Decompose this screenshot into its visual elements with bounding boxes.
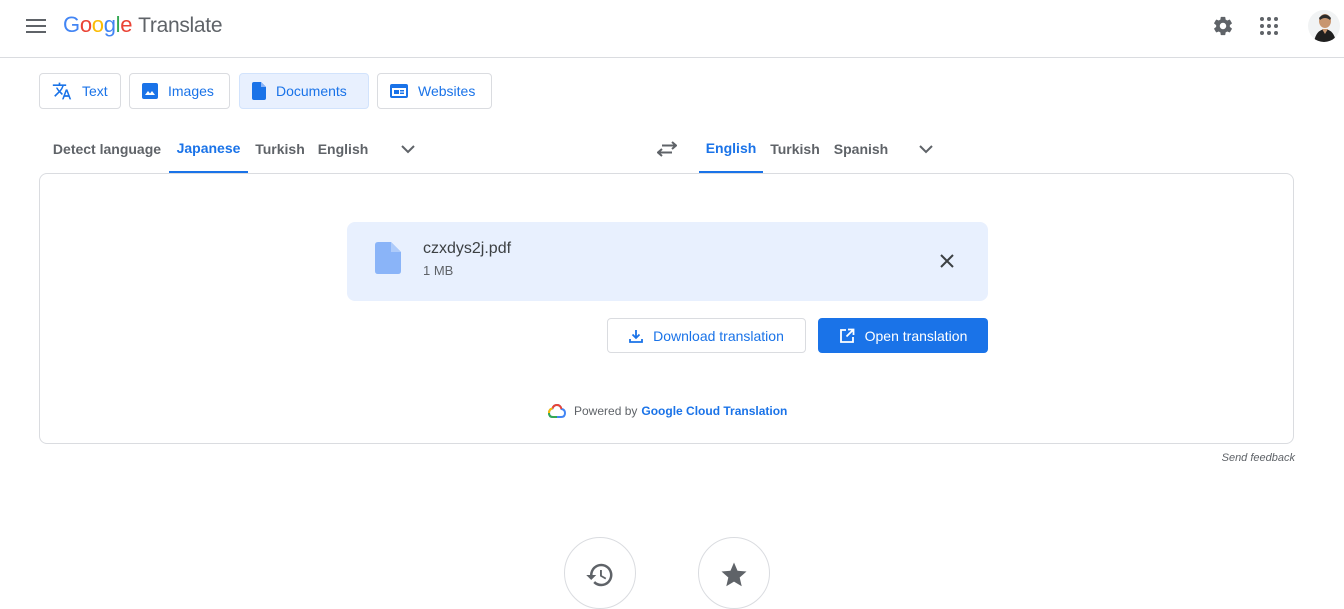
google-cloud-translation-link[interactable]: Google Cloud Translation (641, 404, 787, 418)
document-panel: czxdys2j.pdf 1 MB Download translation O… (39, 173, 1294, 444)
document-icon (252, 82, 266, 100)
swap-languages-button[interactable] (652, 134, 682, 164)
close-icon (940, 254, 954, 268)
open-translation-button[interactable]: Open translation (818, 318, 988, 353)
swap-arrows-icon (657, 141, 677, 157)
tab-text[interactable]: Text (39, 73, 121, 109)
history-button[interactable] (564, 537, 636, 609)
tab-text-label: Text (82, 83, 108, 99)
file-icon (375, 242, 401, 274)
google-wordmark: Google (63, 12, 132, 38)
download-icon (629, 329, 643, 343)
chevron-down-icon (401, 145, 415, 154)
source-language-more-button[interactable] (395, 136, 421, 162)
powered-by-prefix: Powered by (574, 404, 637, 418)
user-avatar-icon (1308, 10, 1340, 42)
target-language-more-button[interactable] (913, 136, 939, 162)
target-lang-english[interactable]: English (699, 124, 763, 173)
source-lang-japanese[interactable]: Japanese (169, 124, 248, 173)
chevron-down-icon (919, 145, 933, 154)
google-translate-logo[interactable]: Google Translate (63, 12, 222, 42)
gear-icon (1212, 15, 1234, 37)
google-apps-button[interactable] (1251, 8, 1287, 44)
source-lang-turkish[interactable]: Turkish (248, 124, 312, 173)
powered-by: Powered by Google Cloud Translation (548, 402, 787, 420)
website-icon (390, 84, 408, 98)
download-translation-label: Download translation (653, 328, 784, 344)
target-lang-spanish[interactable]: Spanish (827, 124, 895, 173)
tab-images[interactable]: Images (129, 73, 230, 109)
tab-documents[interactable]: Documents (239, 73, 369, 109)
uploaded-file-card: czxdys2j.pdf 1 MB (347, 222, 988, 301)
open-in-new-icon (839, 328, 855, 344)
tab-images-label: Images (168, 83, 214, 99)
remove-file-button[interactable] (931, 245, 963, 277)
send-feedback-link[interactable]: Send feedback (1222, 452, 1295, 464)
history-icon (585, 560, 615, 590)
download-translation-button[interactable]: Download translation (607, 318, 806, 353)
target-lang-turkish[interactable]: Turkish (763, 124, 827, 173)
source-lang-detect[interactable]: Detect language (46, 124, 168, 173)
saved-translations-button[interactable] (698, 537, 770, 609)
tab-documents-label: Documents (276, 83, 347, 99)
settings-button[interactable] (1205, 8, 1241, 44)
image-icon (142, 83, 158, 99)
main-menu-button[interactable] (20, 10, 52, 42)
file-name: czxdys2j.pdf (423, 240, 511, 258)
translate-icon (52, 81, 72, 101)
hamburger-icon (26, 19, 46, 33)
product-name: Translate (138, 14, 222, 38)
source-lang-english[interactable]: English (312, 124, 374, 173)
google-cloud-icon (548, 404, 566, 418)
open-translation-label: Open translation (865, 328, 968, 344)
account-avatar[interactable] (1308, 10, 1340, 42)
top-bar: Google Translate (0, 0, 1344, 58)
tab-websites-label: Websites (418, 83, 475, 99)
file-size: 1 MB (423, 263, 453, 278)
star-icon (719, 560, 749, 590)
tab-websites[interactable]: Websites (377, 73, 492, 109)
apps-grid-icon (1260, 17, 1278, 35)
